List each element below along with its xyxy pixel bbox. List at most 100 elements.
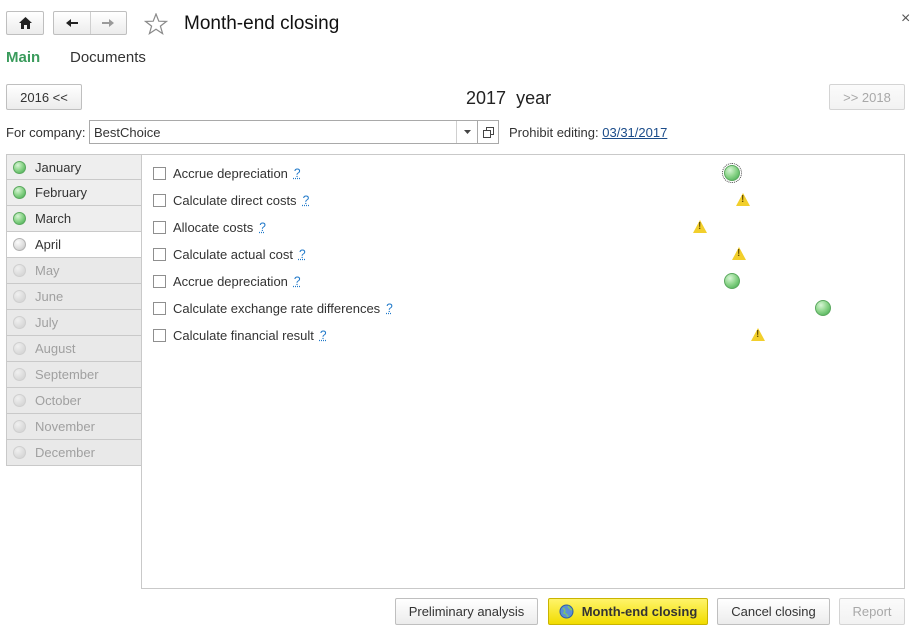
company-label: For company: [6,125,86,140]
help-link[interactable]: ? [303,193,310,207]
year-word: year [516,88,552,108]
status-pending-icon [13,368,26,381]
dropdown-button[interactable] [456,121,477,143]
task-row: Calculate financial result? [153,327,327,343]
help-link[interactable]: ? [294,274,301,288]
task-label[interactable]: Accrue depreciation [173,166,288,181]
task-checkbox[interactable] [153,274,166,288]
arrow-left-icon [65,19,78,27]
warning-icon[interactable] [732,247,748,263]
favorite-star-icon[interactable] [143,12,169,38]
globe-icon [559,604,574,619]
report-button[interactable]: Report [839,598,905,625]
task-row: Accrue depreciation? [153,165,301,181]
warning-triangle-icon [693,220,707,233]
status-ok-icon[interactable] [722,163,742,183]
month-label: February [35,185,88,200]
month-item[interactable]: June [6,284,142,310]
help-link[interactable]: ? [299,247,306,261]
task-checkbox[interactable] [153,328,166,342]
task-row: Calculate exchange rate differences? [153,300,393,316]
preliminary-analysis-button[interactable]: Preliminary analysis [395,598,538,625]
chevron-down-icon [463,130,471,134]
warning-triangle-icon [751,328,765,341]
help-link[interactable]: ? [320,328,327,342]
month-item[interactable]: September [6,362,142,388]
month-item[interactable]: August [6,336,142,362]
back-button[interactable] [54,12,90,34]
month-item[interactable]: November [6,414,142,440]
company-value: BestChoice [94,124,161,140]
status-ok-icon[interactable] [724,273,740,289]
task-row: Calculate direct costs? [153,192,309,208]
cancel-closing-button[interactable]: Cancel closing [717,598,830,625]
tab-main[interactable]: Main [6,49,40,66]
forward-button[interactable] [89,12,127,34]
task-checkbox[interactable] [153,193,166,207]
warning-triangle-icon [732,247,746,260]
month-label: May [35,263,60,278]
task-checkbox[interactable] [153,301,166,315]
next-year-button[interactable]: >> 2018 [829,84,905,110]
month-label: January [35,159,82,175]
status-ok-icon[interactable] [815,300,831,316]
warning-icon[interactable] [693,220,709,236]
month-label: April [35,237,62,252]
status-pending-icon [13,290,26,303]
month-label: November [35,419,95,434]
task-label[interactable]: Allocate costs [173,220,253,235]
arrow-right-icon [102,19,115,27]
open-company-button[interactable] [477,120,499,144]
month-item[interactable]: May [6,258,142,284]
help-link[interactable]: ? [294,166,301,180]
open-window-icon [482,126,494,138]
task-checkbox[interactable] [153,166,166,180]
task-checkbox[interactable] [153,220,166,234]
month-label: March [35,211,72,226]
status-pending-icon [13,238,26,251]
home-button[interactable] [6,11,44,35]
home-icon [18,17,32,29]
status-done-icon [13,160,26,174]
month-label: December [35,445,95,460]
month-item[interactable]: March [6,206,142,232]
month-item[interactable]: December [6,440,142,466]
task-label[interactable]: Calculate exchange rate differences [173,301,380,316]
task-checkbox[interactable] [153,247,166,261]
year-title: 2017 year [466,88,551,109]
month-item[interactable]: July [6,310,142,336]
history-nav [53,11,127,35]
month-item[interactable]: February [6,180,142,206]
warning-icon[interactable] [736,193,752,209]
month-label: October [35,393,82,408]
tab-documents[interactable]: Documents [70,49,146,66]
page-title: Month-end closing [184,13,340,34]
warning-icon[interactable] [751,328,767,344]
prev-year-button[interactable]: 2016 << [6,84,82,110]
status-pending-icon [13,446,26,459]
month-label: August [35,341,76,356]
help-link[interactable]: ? [386,301,393,315]
task-row: Accrue depreciation? [153,273,301,289]
task-label[interactable]: Accrue depreciation [173,274,288,289]
status-done-icon [13,212,26,225]
prohibit-date-link[interactable]: 03/31/2017 [602,125,667,140]
task-row: Calculate actual cost? [153,246,306,262]
month-item[interactable]: October [6,388,142,414]
status-pending-icon [13,264,26,277]
close-icon[interactable]: × [901,10,910,28]
warning-triangle-icon [736,193,750,206]
month-item[interactable]: January [6,154,142,180]
month-end-closing-label: Month-end closing [581,604,698,619]
month-label: June [35,289,64,304]
task-label[interactable]: Calculate direct costs [173,193,297,208]
month-item[interactable]: April [6,232,142,258]
company-field[interactable]: BestChoice [89,120,478,144]
month-end-closing-button[interactable]: Month-end closing [548,598,708,625]
status-pending-icon [13,316,26,329]
status-pending-icon [13,420,26,433]
month-label: July [35,315,59,330]
task-label[interactable]: Calculate actual cost [173,247,293,262]
help-link[interactable]: ? [259,220,266,234]
task-label[interactable]: Calculate financial result [173,328,314,343]
